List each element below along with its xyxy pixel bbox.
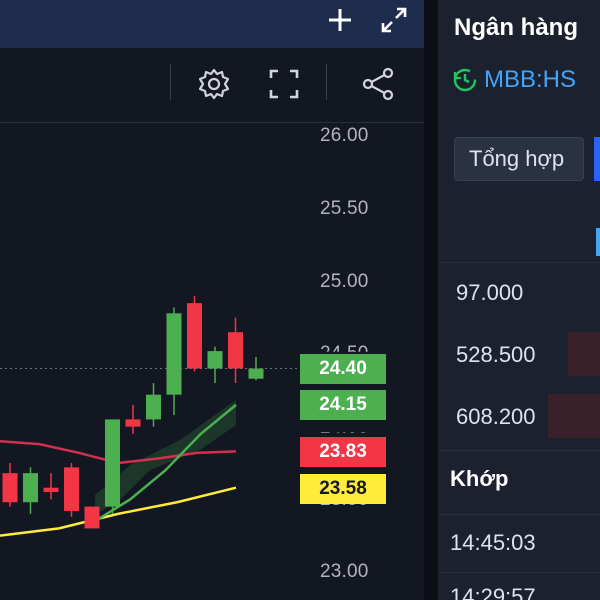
clock-icon <box>453 68 477 92</box>
ticker-row[interactable]: MBB:HS <box>452 66 576 94</box>
candle-body <box>105 419 120 507</box>
panel-title: Ngân hàng <box>454 14 578 41</box>
fullscreen-icon[interactable] <box>264 64 304 104</box>
match-section-title: Khớp <box>450 466 509 491</box>
candle-body <box>187 303 202 369</box>
volume-bar <box>568 332 600 376</box>
candle-body <box>2 473 18 503</box>
candle-body <box>207 351 223 369</box>
divider <box>438 262 600 263</box>
candle-body <box>84 506 100 529</box>
candle-body <box>23 473 38 503</box>
volume-value: 97.000 <box>456 280 524 305</box>
ma-red-label: 23.83 <box>300 437 386 467</box>
panel-divider[interactable] <box>424 0 438 600</box>
candle-body <box>248 368 264 379</box>
volume-value: 528.500 <box>456 342 536 367</box>
divider <box>438 450 600 451</box>
volume-bar <box>548 394 600 438</box>
candle-body <box>64 467 79 511</box>
ma-yellow-label: 23.58 <box>300 474 386 504</box>
candle-body <box>43 487 59 493</box>
scroll-indicator <box>596 228 600 256</box>
gear-icon[interactable] <box>194 64 234 104</box>
ma-green-label: 24.15 <box>300 390 386 420</box>
toolbar-divider <box>170 64 171 100</box>
tab-summary[interactable]: Tổng hợp <box>454 137 584 181</box>
price-tick: 23.00 <box>320 561 369 582</box>
share-icon[interactable] <box>358 64 398 104</box>
tab-next[interactable] <box>594 137 600 181</box>
price-tick: 25.00 <box>320 271 369 292</box>
match-time: 14:45:03 <box>450 530 536 555</box>
divider <box>438 514 600 515</box>
window-header <box>0 0 424 48</box>
candle-body <box>166 313 182 395</box>
ticker-symbol[interactable]: MBB:HS <box>484 66 576 94</box>
divider <box>438 572 600 573</box>
volume-value: 608.200 <box>456 404 536 429</box>
side-panel: Ngân hàng MBB:HS Tổng hợp 97.000 528.500… <box>438 0 600 600</box>
plus-icon[interactable] <box>322 2 358 38</box>
candle-body <box>146 394 161 420</box>
expand-icon[interactable] <box>376 2 412 38</box>
last-price-label: 24.40 <box>300 354 386 384</box>
candle-body <box>228 332 243 369</box>
chart-area[interactable]: 26.00 25.50 25.00 24.50 24.00 23.50 23.0… <box>0 0 424 600</box>
match-time: 14:29:57 <box>450 584 536 600</box>
price-tick: 26.00 <box>320 125 369 146</box>
price-tick: 25.50 <box>320 198 369 219</box>
chart-toolbar <box>0 50 424 123</box>
toolbar-divider <box>326 64 327 100</box>
candle-body <box>125 419 141 427</box>
